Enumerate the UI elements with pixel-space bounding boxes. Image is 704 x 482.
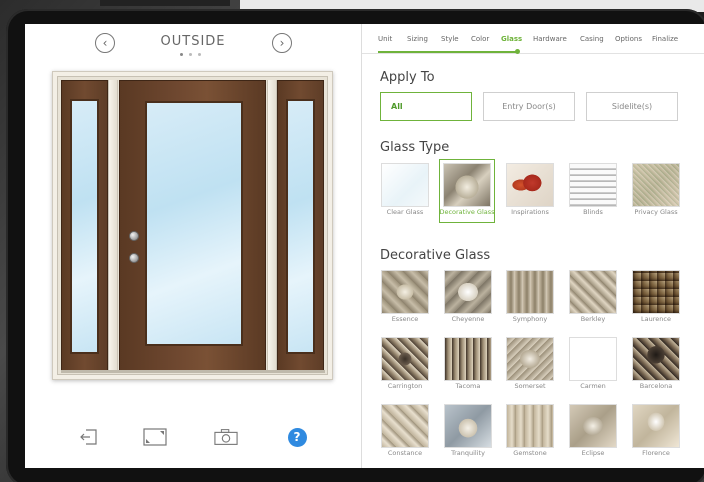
glass-option-symphony[interactable] (506, 270, 554, 314)
swatch-label: Gemstone (513, 449, 547, 457)
clear-glass-swatch[interactable] (381, 163, 429, 207)
view-selector: ‹ OUTSIDE › (25, 24, 361, 64)
swatch-label: Blinds (583, 208, 603, 216)
fullscreen-icon (143, 428, 167, 446)
background-tag (100, 0, 230, 6)
glass-option-somerset[interactable] (506, 337, 554, 381)
apply-all-button[interactable]: All (380, 92, 472, 121)
help-icon: ? (287, 427, 307, 447)
mullion (267, 80, 277, 373)
swatch-label: Carrington (387, 382, 423, 390)
glass-option-constance[interactable] (381, 404, 429, 448)
tab-unit[interactable]: Unit (378, 35, 392, 43)
decorative-glass-swatch[interactable] (443, 163, 491, 207)
pager-dot-active[interactable] (180, 53, 183, 56)
next-view-button[interactable]: › (272, 33, 292, 53)
deadbolt-icon (129, 253, 139, 263)
swatch-label: Tranquility (451, 449, 485, 457)
decorative-glass-title: Decorative Glass (380, 248, 491, 263)
pager-dot[interactable] (198, 53, 201, 56)
tab-sizing[interactable]: Sizing (407, 35, 428, 43)
sidelite-glass (286, 99, 315, 354)
view-title: OUTSIDE (160, 34, 226, 49)
swatch-label: Clear Glass (386, 208, 424, 216)
swatch-label-selected: Decorative Glass (439, 208, 495, 216)
door-configurator-screen: ‹ OUTSIDE › ? Unit Sizing Style Color Gl… (25, 24, 704, 468)
swatch-label: Florence (642, 449, 670, 457)
pager-dot[interactable] (189, 53, 192, 56)
glass-option-carmen[interactable] (569, 337, 617, 381)
swatch-label: Privacy Glass (634, 208, 678, 216)
glass-option-carrington[interactable] (381, 337, 429, 381)
swatch-label: Eclipse (581, 449, 605, 457)
inspirations-swatch[interactable] (506, 163, 554, 207)
exit-button[interactable] (77, 426, 101, 448)
camera-button[interactable] (214, 426, 238, 448)
tab-style[interactable]: Style (441, 35, 459, 43)
door-frame (57, 76, 328, 375)
glass-option-eclipse[interactable] (569, 404, 617, 448)
glass-option-berkley[interactable] (569, 270, 617, 314)
exit-icon (80, 429, 97, 445)
blinds-swatch[interactable] (569, 163, 617, 207)
glass-option-barcelona[interactable] (632, 337, 680, 381)
step-tabs: Unit Sizing Style Color Glass Hardware C… (362, 24, 704, 54)
glass-option-laurence[interactable] (632, 270, 680, 314)
swatch-label: Berkley (580, 315, 606, 323)
swatch-label: Laurence (641, 315, 671, 323)
swatch-label: Symphony (512, 315, 548, 323)
glass-option-cheyenne[interactable] (444, 270, 492, 314)
tab-finalize[interactable]: Finalize (652, 35, 678, 43)
glass-option-florence[interactable] (632, 404, 680, 448)
door-knob-icon (129, 231, 139, 241)
swatch-label: Constance (387, 449, 423, 457)
entry-door (119, 80, 266, 373)
progress-underline (378, 49, 520, 54)
tab-color[interactable]: Color (471, 35, 489, 43)
tab-glass[interactable]: Glass (501, 35, 522, 43)
tab-casing[interactable]: Casing (580, 35, 604, 43)
preview-toolbar: ? (25, 424, 361, 454)
mullion (108, 80, 118, 373)
tab-hardware[interactable]: Hardware (533, 35, 567, 43)
door-preview-image (52, 71, 333, 380)
swatch-label: Cheyenne (451, 315, 485, 323)
glass-option-tranquility[interactable] (444, 404, 492, 448)
tab-options[interactable]: Options (615, 35, 642, 43)
privacy-glass-swatch[interactable] (632, 163, 680, 207)
camera-icon (214, 429, 238, 445)
apply-sidelites-button[interactable]: Sidelite(s) (586, 92, 678, 121)
apply-entry-doors-button[interactable]: Entry Door(s) (483, 92, 575, 121)
swatch-label: Barcelona (639, 382, 673, 390)
glass-option-gemstone[interactable] (506, 404, 554, 448)
help-button[interactable]: ? (285, 426, 309, 448)
fullscreen-button[interactable] (143, 426, 167, 448)
door-glass (145, 101, 243, 346)
swatch-label: Tacoma (455, 382, 481, 390)
options-panel: Unit Sizing Style Color Glass Hardware C… (362, 24, 704, 468)
right-sidelite (277, 80, 324, 373)
glass-type-title: Glass Type (380, 140, 450, 155)
chevron-right-icon: › (279, 36, 285, 50)
glass-option-essence[interactable] (381, 270, 429, 314)
glass-option-tacoma[interactable] (444, 337, 492, 381)
threshold (61, 370, 325, 373)
swatch-label: Essence (391, 315, 419, 323)
left-sidelite (61, 80, 108, 373)
swatch-label: Somerset (514, 382, 546, 390)
apply-to-title: Apply To (380, 70, 435, 85)
sidelite-glass (70, 99, 99, 354)
swatch-label: Carmen (580, 382, 606, 390)
swatch-label: Inspirations (511, 208, 549, 216)
door-preview-panel: ‹ OUTSIDE › ? (25, 24, 361, 468)
view-pager-dots (180, 53, 210, 56)
